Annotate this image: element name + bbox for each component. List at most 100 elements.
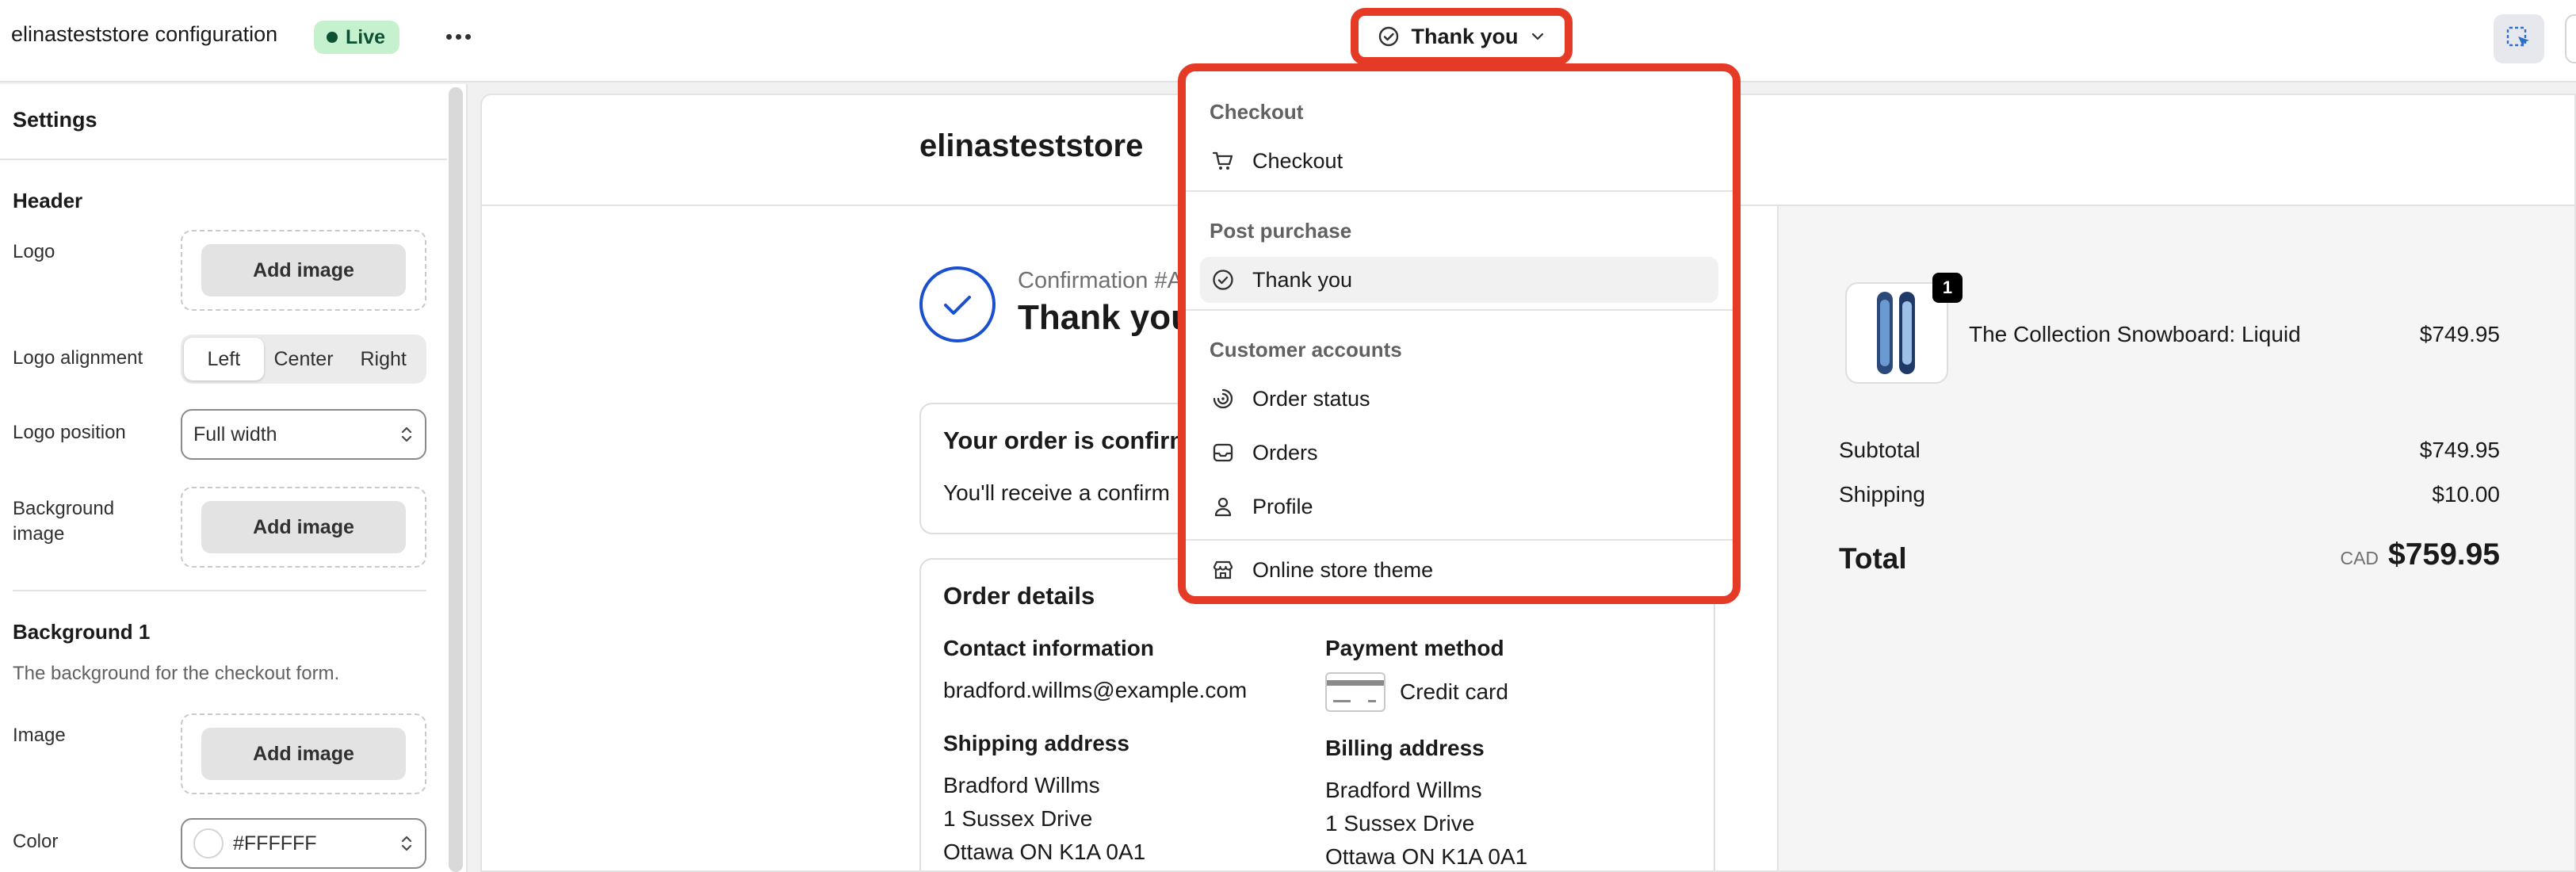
page-selector-label: Thank you (1411, 24, 1519, 48)
total-value: $759.95 (2388, 537, 2500, 572)
order-summary-pane: 1 The Collection Snowboard: Liquid $749.… (1777, 206, 2574, 870)
logo-position-label: Logo position (13, 422, 126, 443)
logo-alignment-label: Logo alignment (13, 347, 143, 369)
menu-item-online-store-theme[interactable]: Online store theme (1200, 547, 1718, 593)
checkout-section-heading: Checkout (1210, 100, 1304, 124)
menu-item-label: Orders (1252, 440, 1318, 465)
divider (0, 159, 447, 160)
customer-accounts-section-heading: Customer accounts (1210, 338, 1402, 361)
add-background-image-button[interactable]: Add image (201, 501, 406, 553)
shipping-address-line: Ottawa ON K1A 0A1 (943, 839, 1146, 864)
background-image-picker: Add image (181, 487, 426, 568)
menu-item-thank-you[interactable]: Thank you (1200, 257, 1718, 303)
background-image-label: Background image (13, 498, 115, 545)
billing-address-line: 1 Sussex Drive (1325, 811, 1475, 836)
header-section-title: Header (13, 189, 83, 212)
add-background1-image-button[interactable]: Add image (201, 728, 406, 780)
order-status-icon (1211, 387, 1235, 411)
add-logo-image-button[interactable]: Add image (201, 244, 406, 296)
menu-item-label: Thank you (1252, 267, 1353, 292)
shipping-value: $10.00 (2432, 482, 2500, 507)
contact-email: bradford.willms@example.com (943, 678, 1248, 702)
select-arrows-icon (399, 424, 414, 445)
contact-information-heading: Contact information (943, 636, 1154, 660)
menu-item-label: Online store theme (1252, 557, 1434, 582)
divider (13, 590, 426, 591)
item-name: The Collection Snowboard: Liquid (1969, 322, 2301, 346)
dot-icon (455, 33, 461, 40)
image-label: Image (13, 725, 66, 746)
menu-item-checkout[interactable]: Checkout (1200, 138, 1718, 184)
logo-position-value: Full width (193, 423, 277, 446)
divider (1186, 539, 1733, 541)
menu-item-profile[interactable]: Profile (1200, 484, 1718, 530)
shipping-label: Shipping (1839, 482, 1925, 507)
item-quantity-badge: 1 (1932, 273, 1963, 303)
toolbar-button[interactable] (2565, 14, 2576, 63)
color-swatch[interactable] (193, 828, 224, 859)
alignment-center-option[interactable]: Center (264, 338, 344, 381)
shipping-address-line: Bradford Willms (943, 773, 1100, 797)
menu-item-order-status[interactable]: Order status (1200, 376, 1718, 422)
billing-address-line: Bradford Willms (1325, 778, 1482, 802)
color-picker-field[interactable]: #FFFFFF (181, 818, 426, 869)
live-dot-icon (327, 32, 338, 43)
divider (1186, 190, 1733, 192)
settings-sidebar: Settings Header Logo Add image Logo alig… (0, 84, 468, 872)
billing-address-line: Ottawa ON K1A 0A1 (1325, 844, 1528, 869)
payment-method-value: Credit card (1400, 679, 1508, 704)
alignment-left-option[interactable]: Left (184, 338, 264, 381)
app-title: elinasteststore configuration (11, 22, 278, 46)
divider (1186, 309, 1733, 311)
total-amount: CAD $759.95 (2222, 537, 2500, 572)
item-price: $749.95 (2419, 322, 2500, 346)
logo-alignment-segmented-control: Left Center Right (181, 335, 426, 384)
order-confirmed-title: Your order is confirm (943, 426, 1191, 454)
check-circle-icon (1211, 268, 1235, 292)
live-badge-label: Live (346, 25, 386, 48)
page-selector-dropdown: Checkout Checkout Post purchase Thank yo… (1178, 63, 1741, 604)
subtotal-value: $749.95 (2419, 438, 2500, 462)
confirmed-check-icon (919, 266, 996, 342)
credit-card-icon (1325, 672, 1385, 712)
alignment-right-option[interactable]: Right (343, 338, 423, 381)
order-details-title: Order details (943, 582, 1095, 610)
settings-title: Settings (13, 108, 97, 132)
page-selector-button[interactable]: Thank you (1351, 8, 1573, 65)
post-purchase-section-heading: Post purchase (1210, 219, 1352, 243)
shipping-address-line: 1 Sussex Drive (943, 806, 1093, 831)
live-status-badge: Live (314, 21, 400, 54)
logo-label: Logo (13, 241, 55, 262)
dot-icon (445, 33, 452, 40)
menu-item-label: Checkout (1252, 148, 1343, 173)
sidebar-scrollbar[interactable] (449, 87, 463, 872)
dot-icon (464, 33, 471, 40)
store-icon (1211, 558, 1235, 582)
menu-item-label: Profile (1252, 494, 1313, 518)
logo-image-picker: Add image (181, 230, 426, 311)
snowboard-image (1877, 292, 1915, 374)
cart-icon (1211, 149, 1235, 173)
shipping-address-heading: Shipping address (943, 731, 1129, 755)
logo-position-select[interactable]: Full width (181, 409, 426, 460)
confirmation-number: Confirmation #A (1018, 268, 1183, 293)
billing-address-heading: Billing address (1325, 736, 1485, 760)
payment-method-heading: Payment method (1325, 636, 1504, 660)
color-label: Color (13, 831, 59, 852)
menu-item-label: Order status (1252, 386, 1370, 411)
store-name: elinasteststore (919, 128, 1144, 163)
check-circle-icon (1378, 25, 1400, 48)
order-details-card: Order details Contact information bradfo… (919, 558, 1715, 870)
select-cursor-icon (2505, 25, 2532, 52)
inbox-icon (1211, 441, 1235, 465)
menu-item-orders[interactable]: Orders (1200, 430, 1718, 476)
background1-help-text: The background for the checkout form. (13, 663, 340, 684)
select-arrows-icon (399, 833, 414, 854)
total-label: Total (1839, 542, 1907, 575)
currency-code: CAD (2340, 548, 2379, 568)
more-actions-button[interactable] (441, 19, 476, 54)
person-icon (1211, 495, 1235, 518)
inspector-select-button[interactable] (2494, 14, 2544, 63)
order-confirmed-text: You'll receive a confirm (943, 480, 1171, 505)
background1-image-picker: Add image (181, 713, 426, 794)
